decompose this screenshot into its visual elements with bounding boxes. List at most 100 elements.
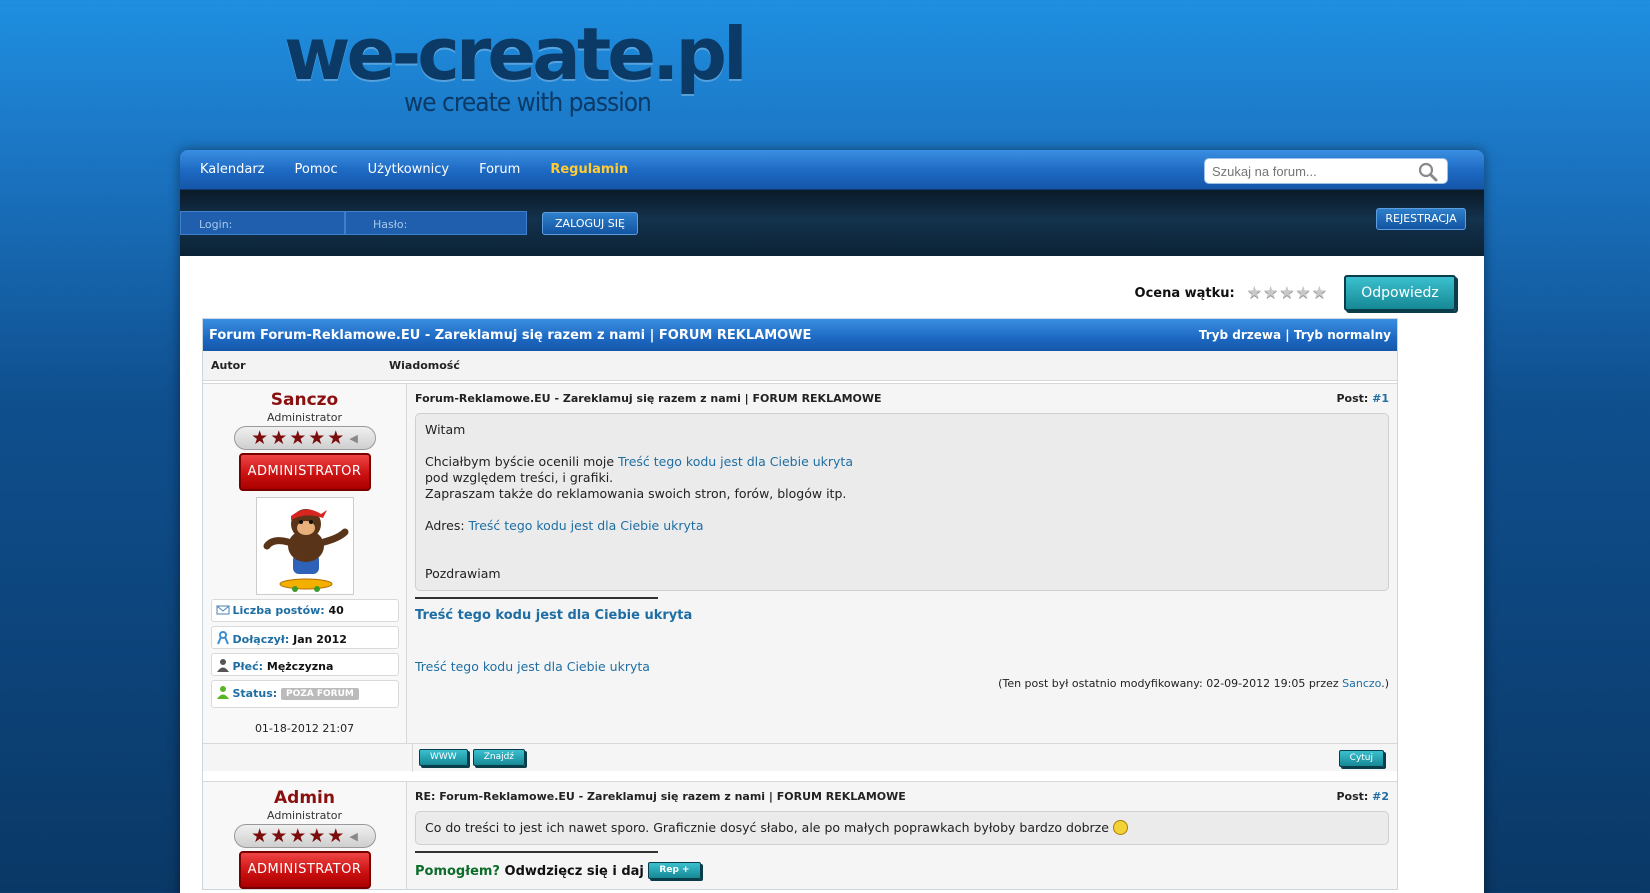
posts-label: Liczba postów:: [232, 604, 325, 617]
admin-badge: ADMINISTRATOR: [238, 851, 371, 889]
body-closing: Pozdrawiam: [425, 566, 501, 581]
post-message: Forum-Reklamowe.EU - Zareklamuj się raze…: [407, 384, 1397, 743]
thread-header: Forum Forum-Reklamowe.EU - Zareklamuj si…: [203, 319, 1397, 351]
col-message: Wiadomość: [389, 359, 460, 372]
give-text: Odwdzięcz się i daj: [504, 864, 644, 879]
quote-button[interactable]: Cytuj: [1338, 750, 1384, 767]
post-row: Sanczo Administrator ★★★★★ ◀ ADMINISTRATO…: [203, 383, 1397, 743]
post-row: Admin Administrator ★★★★★ ◀ ADMINISTRATOR…: [203, 781, 1397, 889]
post-link[interactable]: #1: [1372, 392, 1389, 405]
login-button[interactable]: ZALOGUJ SIĘ: [542, 212, 638, 235]
rep-prompt: Pomogłem? Odwdzięcz się i daj Rep +: [415, 862, 1389, 879]
joined-value: Jan 2012: [293, 633, 347, 646]
post-link[interactable]: #2: [1372, 790, 1389, 803]
gender-value: Mężczyzna: [266, 660, 334, 673]
content-area: Ocena wątku: ★ ★ ★ ★ ★ Odpowiedz Forum Forum…: [180, 256, 1484, 893]
post-title: Forum-Reklamowe.EU - Zareklamuj się raze…: [415, 392, 882, 405]
edit-note-end: .): [1381, 677, 1389, 690]
thread-table: Forum Forum-Reklamowe.EU - Zareklamuj si…: [202, 318, 1398, 890]
star-icon[interactable]: ★: [1263, 283, 1278, 303]
author-name[interactable]: Sanczo: [203, 390, 406, 410]
find-button[interactable]: Znajdź: [472, 749, 526, 766]
nav-users[interactable]: Użytkownicy: [368, 162, 449, 177]
info-gender: Płeć: Mężczyzna: [210, 653, 399, 676]
login-bar: Login: Hasło: ZALOGUJ SIĘ REJESTRACJA: [180, 190, 1484, 256]
posts-count: 40: [328, 604, 344, 617]
info-posts: Liczba postów: 40: [210, 599, 399, 622]
signature-hidden-link[interactable]: Treść tego kodu jest dla Ciebie ukryta: [415, 659, 1389, 674]
column-headers: Autor Wiadomość: [203, 351, 1397, 381]
password-field[interactable]: Hasło:: [345, 211, 527, 235]
rank-stars: ★★★★★ ◀: [233, 824, 376, 848]
arrow-icon: ◀: [349, 829, 358, 843]
top-navbar: Kalendarz Pomoc Użytkownicy Forum Regula…: [180, 150, 1484, 190]
smiley-icon: [1112, 820, 1128, 835]
reply-button[interactable]: Odpowiedz: [1344, 275, 1456, 311]
signature-divider: [415, 597, 658, 599]
post-title: RE: Forum-Reklamowe.EU - Zareklamuj się …: [415, 790, 906, 803]
rating-stars[interactable]: ★ ★ ★ ★ ★: [1247, 283, 1328, 303]
post-body: Witam Chciałbym byście ocenili moje Treś…: [415, 413, 1389, 591]
rep-plus-button[interactable]: Rep +: [648, 862, 701, 879]
body-line2: pod względem treści, i grafiki.: [425, 470, 614, 485]
post-number: Post: #1: [1336, 392, 1389, 405]
info-status: Status: POZA FORUM: [210, 680, 399, 708]
site-logo[interactable]: we-create.pl we create with passion: [284, 18, 748, 118]
helped-text: Pomogłem?: [415, 864, 500, 879]
person-icon: [216, 658, 230, 672]
body-address: Adres: Treść tego kodu jest dla Ciebie u…: [425, 518, 1379, 534]
body-line1-text: Chciałbym byście ocenili moje: [425, 454, 615, 469]
post-title-row: Forum-Reklamowe.EU - Zareklamuj się raze…: [415, 392, 1389, 405]
ribbon-icon: [216, 631, 230, 645]
view-modes: Tryb drzewa | Tryb normalny: [1199, 328, 1391, 342]
thread-rating: Ocena wątku: ★ ★ ★ ★ ★ Odpowiedz: [1135, 275, 1456, 311]
search-box: [1204, 158, 1448, 184]
status-label: Status:: [232, 687, 278, 700]
mode-tree-link[interactable]: Tryb drzewa: [1199, 328, 1281, 342]
body-text: Co do treści to jest ich nawet sporo. Gr…: [425, 820, 1109, 835]
mode-normal-link[interactable]: Tryb normalny: [1294, 328, 1391, 342]
address-label: Adres:: [425, 518, 465, 533]
avatar: [255, 497, 354, 595]
user-status-icon: [216, 685, 230, 699]
author-name[interactable]: Admin: [203, 788, 406, 808]
star-icon[interactable]: ★: [1296, 283, 1311, 303]
edit-note-text: (Ten post był ostatnio modyfikowany: 02-…: [998, 677, 1339, 690]
star-icon[interactable]: ★: [1312, 283, 1327, 303]
star-icon[interactable]: ★: [1247, 283, 1262, 303]
signature-hidden-bold[interactable]: Treść tego kodu jest dla Ciebie ukryta: [415, 608, 1389, 623]
body-line1: Chciałbym byście ocenili moje Treść tego…: [425, 454, 1379, 470]
www-button[interactable]: WWW: [419, 749, 468, 766]
post-title-row: RE: Forum-Reklamowe.EU - Zareklamuj się …: [415, 790, 1389, 803]
nav-calendar[interactable]: Kalendarz: [200, 162, 265, 177]
signature-divider: [415, 851, 658, 853]
post-author: Admin Administrator ★★★★★ ◀ ADMINISTRATOR: [203, 782, 407, 889]
main-container: Kalendarz Pomoc Użytkownicy Forum Regula…: [180, 150, 1484, 893]
gender-label: Płeć:: [232, 660, 264, 673]
nav-help[interactable]: Pomoc: [295, 162, 338, 177]
nav-forum[interactable]: Forum: [479, 162, 520, 177]
register-button[interactable]: REJESTRACJA: [1376, 208, 1466, 230]
joined-label: Dołączył:: [232, 633, 290, 646]
col-author: Autor: [211, 359, 246, 372]
post-body: Co do treści to jest ich nawet sporo. Gr…: [415, 811, 1389, 845]
admin-badge: ADMINISTRATOR: [238, 453, 371, 491]
post-date: 01-18-2012 21:07: [254, 722, 355, 735]
hidden-content-link[interactable]: Treść tego kodu jest dla Ciebie ukryta: [618, 454, 853, 469]
mode-separator: |: [1285, 328, 1290, 342]
post-message: RE: Forum-Reklamowe.EU - Zareklamuj się …: [407, 782, 1397, 889]
post-label: Post:: [1336, 392, 1369, 405]
post-label: Post:: [1336, 790, 1369, 803]
body-line3: Zapraszam także do reklamowania swoich s…: [425, 486, 847, 501]
star-icon[interactable]: ★: [1279, 283, 1294, 303]
post: Sanczo Administrator ★★★★★ ◀ ADMINISTRATO…: [203, 383, 1397, 772]
nav-rules[interactable]: Regulamin: [550, 162, 628, 177]
edit-note: (Ten post był ostatnio modyfikowany: 02-…: [415, 677, 1389, 690]
status-badge: POZA FORUM: [280, 688, 359, 700]
edit-note-user[interactable]: Sanczo: [1342, 677, 1381, 690]
search-icon[interactable]: [1417, 162, 1439, 185]
search-input[interactable]: [1212, 163, 1412, 179]
login-field[interactable]: Login:: [180, 211, 345, 235]
info-joined: Dołączył: Jan 2012: [210, 626, 399, 649]
hidden-content-link[interactable]: Treść tego kodu jest dla Ciebie ukryta: [469, 518, 704, 533]
